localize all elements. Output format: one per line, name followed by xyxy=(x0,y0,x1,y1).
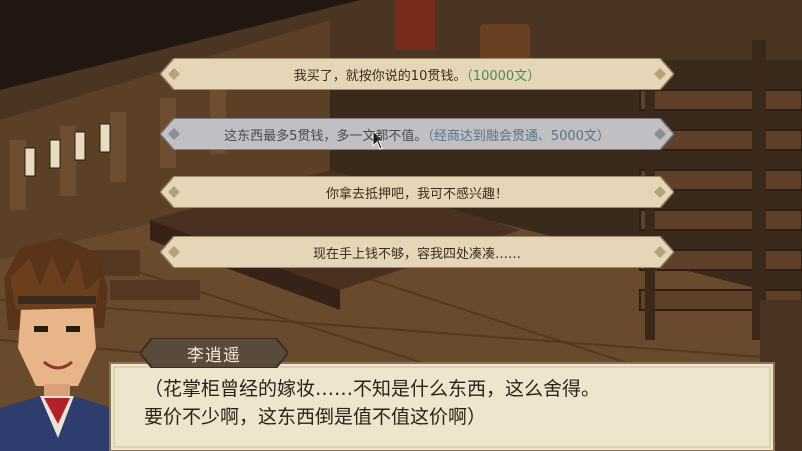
choice-bargain-5-guan[interactable]: 这东西最多5贯钱，多一文都不值。（经商达到融会贯通、5000文） xyxy=(160,118,674,150)
speaker-name: 李逍遥 xyxy=(187,345,241,366)
speaker-nameplate: 李逍遥 xyxy=(140,338,288,368)
dialog-line-1: （花掌柜曾经的嫁妆……不知是什么东西，这么舍得。 xyxy=(144,378,601,400)
character-portrait xyxy=(0,238,112,451)
dialog-text: （花掌柜曾经的嫁妆……不知是什么东西，这么舍得。 要价不少啊，这东西倒是值不值这… xyxy=(110,363,774,451)
choice-not-interested[interactable]: 你拿去抵押吧，我可不感兴趣！ xyxy=(160,176,674,208)
choice-note: （经商达到融会贯通、5000文） xyxy=(427,128,610,144)
choice-text: 这东西最多5贯钱，多一文都不值。 xyxy=(224,128,428,144)
choice-note: （10000文） xyxy=(466,68,541,84)
choice-text: 我买了，就按你说的10贯钱。 xyxy=(293,68,467,84)
choice-text: 你拿去抵押吧，我可不感兴趣！ xyxy=(325,186,508,202)
choice-not-enough-money[interactable]: 现在手上钱不够，容我四处凑凑…… xyxy=(160,236,674,268)
choice-text: 现在手上钱不够，容我四处凑凑…… xyxy=(312,246,521,262)
choice-buy-10-guan[interactable]: 我买了，就按你说的10贯钱。（10000文） xyxy=(160,58,674,90)
dialog-line-2: 要价不少啊，这东西倒是值不值这价啊） xyxy=(144,406,487,428)
